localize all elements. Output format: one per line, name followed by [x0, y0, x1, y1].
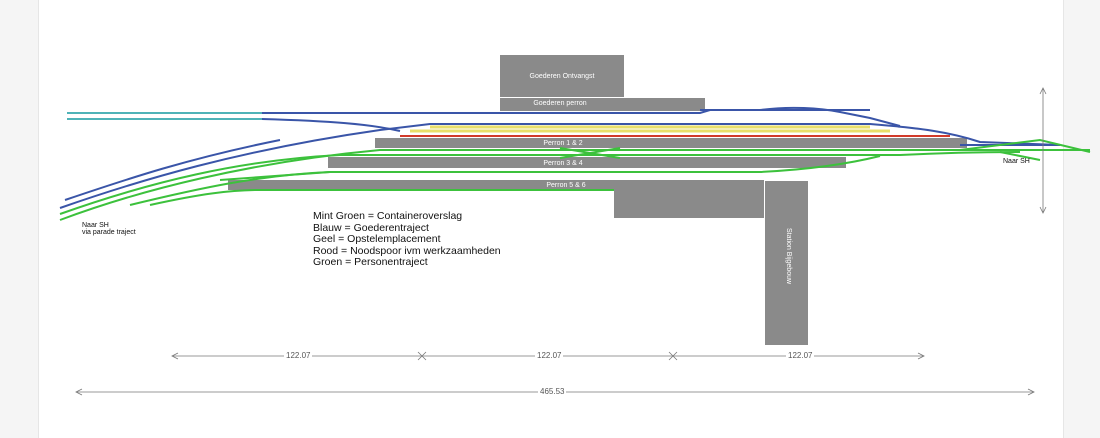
legend-mint: Mint Groen = Containeroverslag: [313, 210, 463, 222]
platform-5-6-label: Perron 5 & 6: [546, 182, 586, 189]
platform-3-4-label: Perron 3 & 4: [543, 160, 583, 167]
legend: Mint Groen = Containeroverslag Blauw = G…: [313, 210, 501, 269]
legend-yellow: Geel = Opstelemplacement: [313, 233, 441, 245]
legend-green: Groen = Personentraject: [313, 256, 428, 268]
left-destination-sublabel: via parade traject: [82, 229, 136, 236]
drawing-canvas: Goederen Ontvangst Goederen perron Perro…: [0, 0, 1100, 438]
dimension-total: 465.53: [538, 387, 567, 396]
station-label: Station Bijgebouw: [785, 228, 792, 285]
dimension-seg2: 122.07: [535, 351, 564, 360]
right-destination-label: Naar SH: [1003, 158, 1030, 165]
goods-platform-label: Goederen perron: [533, 100, 587, 107]
goods-receipt-label: Goederen Ontvangst: [529, 73, 595, 80]
dimension-lines: [75, 87, 1047, 396]
dimension-seg3: 122.07: [786, 351, 815, 360]
platform-1-2-label: Perron 1 & 2: [543, 140, 583, 147]
mint-tracks: [67, 112, 262, 120]
dimension-seg1: 122.07: [284, 351, 313, 360]
yellow-tracks: [410, 125, 890, 133]
track-layout: [59, 55, 1091, 396]
